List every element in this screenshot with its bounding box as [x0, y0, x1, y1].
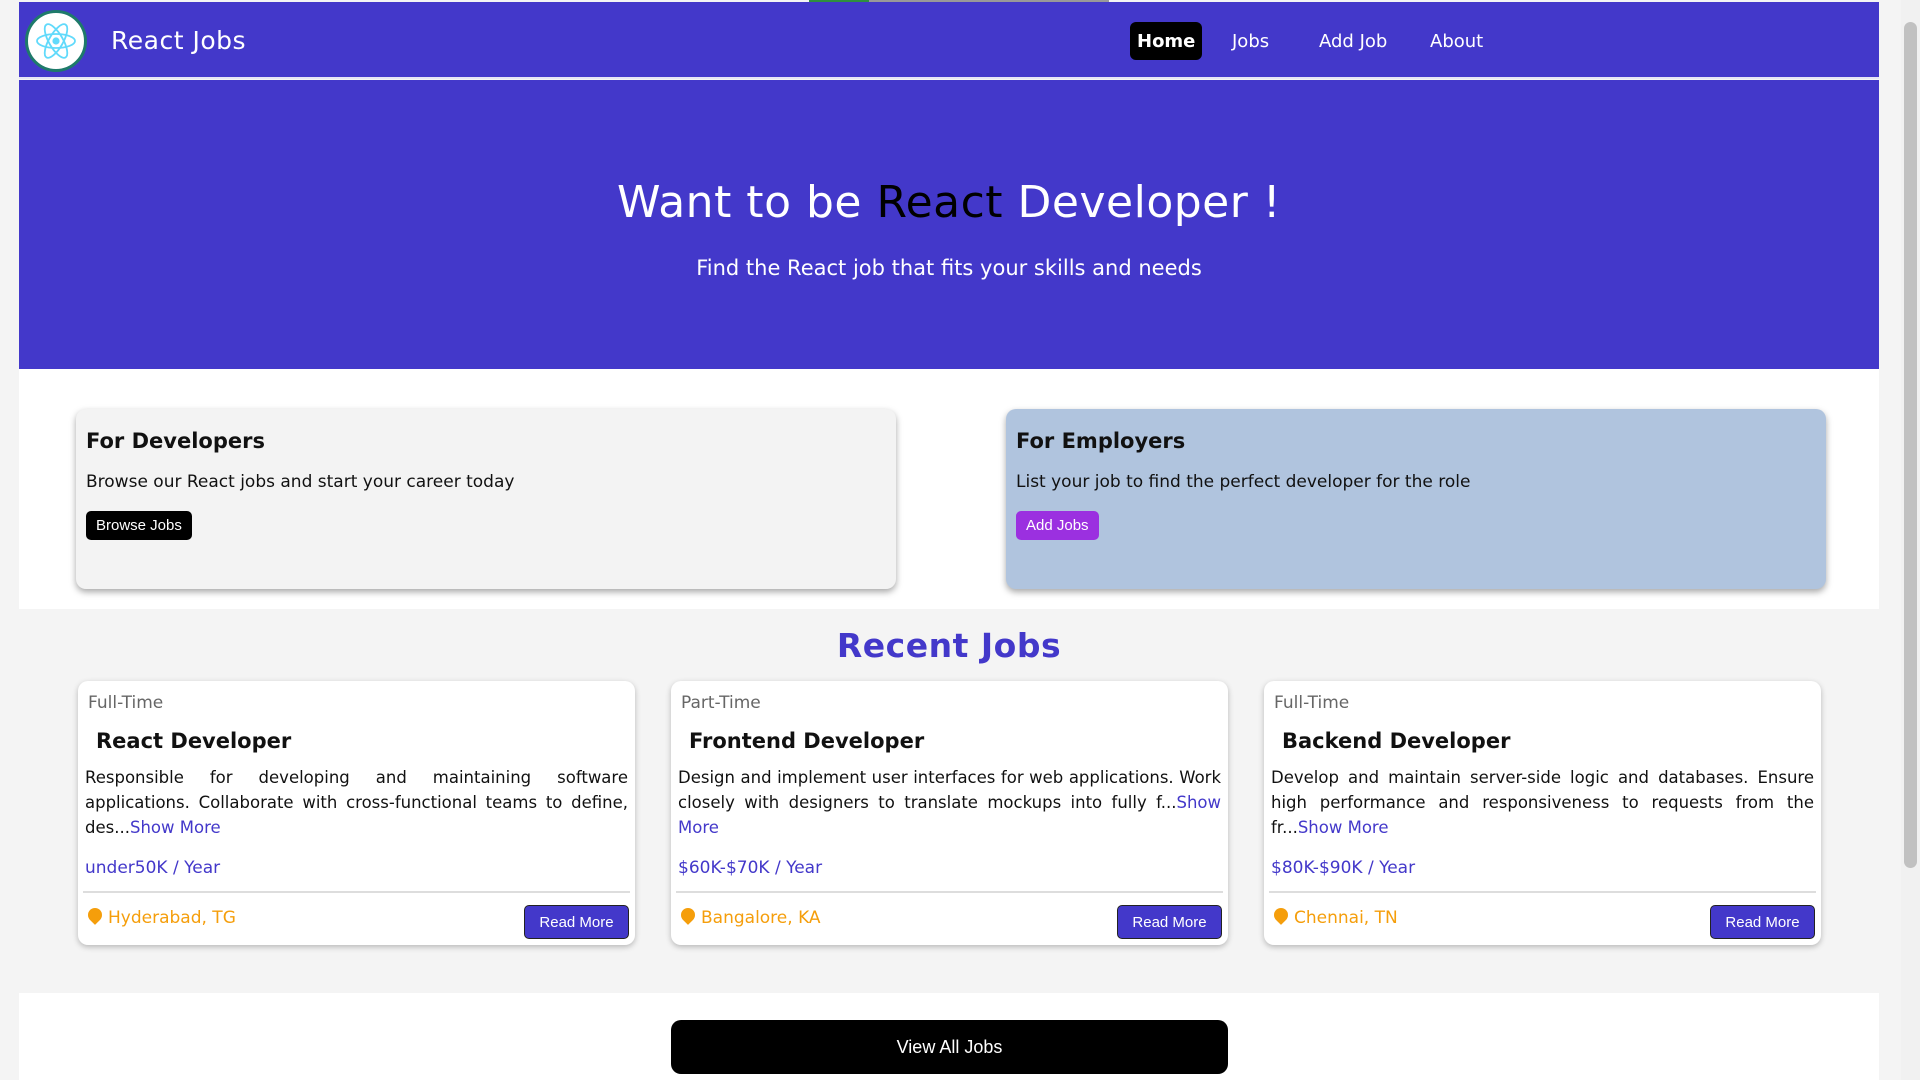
- job-location: Hyderabad, TG: [85, 905, 236, 928]
- map-pin-icon: [85, 905, 105, 925]
- scrollbar[interactable]: [1901, 0, 1920, 1080]
- view-all-section: View All Jobs: [19, 993, 1879, 1080]
- hero-title: Want to be React Developer !: [617, 177, 1281, 228]
- job-card: Full-Time React Developer Responsible fo…: [78, 681, 635, 945]
- map-pin-icon: [1271, 905, 1291, 925]
- job-card: Part-Time Frontend Developer Design and …: [671, 681, 1228, 945]
- job-description: Develop and maintain server-side logic a…: [1271, 768, 1814, 837]
- job-description: Design and implement user interfaces for…: [678, 768, 1221, 837]
- divider: [1269, 891, 1816, 893]
- job-salary: $60K-$70K / Year: [678, 858, 823, 878]
- developers-card-title: For Developers: [86, 429, 265, 453]
- read-more-button[interactable]: Read More: [1117, 905, 1222, 939]
- job-salary: under50K / Year: [85, 858, 221, 878]
- read-more-button[interactable]: Read More: [524, 905, 629, 939]
- job-title: Frontend Developer: [689, 729, 925, 753]
- employers-card: For Employers List your job to find the …: [1006, 409, 1826, 589]
- employers-card-title: For Employers: [1016, 429, 1186, 453]
- map-pin-icon: [678, 905, 698, 925]
- job-card: Full-Time Backend Developer Develop and …: [1264, 681, 1821, 945]
- job-location: Chennai, TN: [1271, 905, 1398, 928]
- hero-section: Want to be React Developer ! Find the Re…: [19, 80, 1879, 369]
- job-type: Full-Time: [1274, 693, 1350, 713]
- divider: [83, 891, 630, 893]
- add-jobs-button[interactable]: Add Jobs: [1016, 511, 1099, 540]
- view-all-jobs-button[interactable]: View All Jobs: [671, 1020, 1228, 1074]
- page: React Jobs Home Jobs Add Job About Want …: [19, 0, 1879, 1080]
- brand-title[interactable]: React Jobs: [111, 26, 246, 55]
- nav-jobs[interactable]: Jobs: [1225, 22, 1276, 60]
- read-more-button[interactable]: Read More: [1710, 905, 1815, 939]
- browse-jobs-button[interactable]: Browse Jobs: [86, 511, 192, 540]
- navbar: React Jobs Home Jobs Add Job About: [19, 2, 1879, 79]
- employers-card-text: List your job to find the perfect develo…: [1016, 472, 1471, 492]
- nav-home[interactable]: Home: [1130, 22, 1203, 60]
- job-location: Bangalore, KA: [678, 905, 821, 928]
- hero-subtitle: Find the React job that fits your skills…: [696, 256, 1202, 280]
- job-title: React Developer: [96, 729, 292, 753]
- developers-card-text: Browse our React jobs and start your car…: [86, 472, 515, 492]
- job-description: Responsible for developing and maintaini…: [85, 768, 628, 837]
- hero-title-accent: React: [876, 177, 1004, 228]
- job-type: Full-Time: [88, 693, 164, 713]
- developers-card: For Developers Browse our React jobs and…: [76, 409, 896, 589]
- job-title: Backend Developer: [1282, 729, 1511, 753]
- cards-section: For Developers Browse our React jobs and…: [19, 369, 1879, 609]
- job-salary: $80K-$90K / Year: [1271, 858, 1416, 878]
- show-more-link[interactable]: Show More: [1298, 818, 1389, 837]
- react-logo-icon[interactable]: [25, 10, 87, 72]
- nav-about[interactable]: About: [1423, 22, 1490, 60]
- show-more-link[interactable]: Show More: [130, 818, 221, 837]
- scrollbar-thumb[interactable]: [1904, 22, 1917, 868]
- nav-add-job[interactable]: Add Job: [1312, 22, 1394, 60]
- job-type: Part-Time: [681, 693, 761, 713]
- divider: [676, 891, 1223, 893]
- recent-jobs-title: Recent Jobs: [836, 626, 1062, 665]
